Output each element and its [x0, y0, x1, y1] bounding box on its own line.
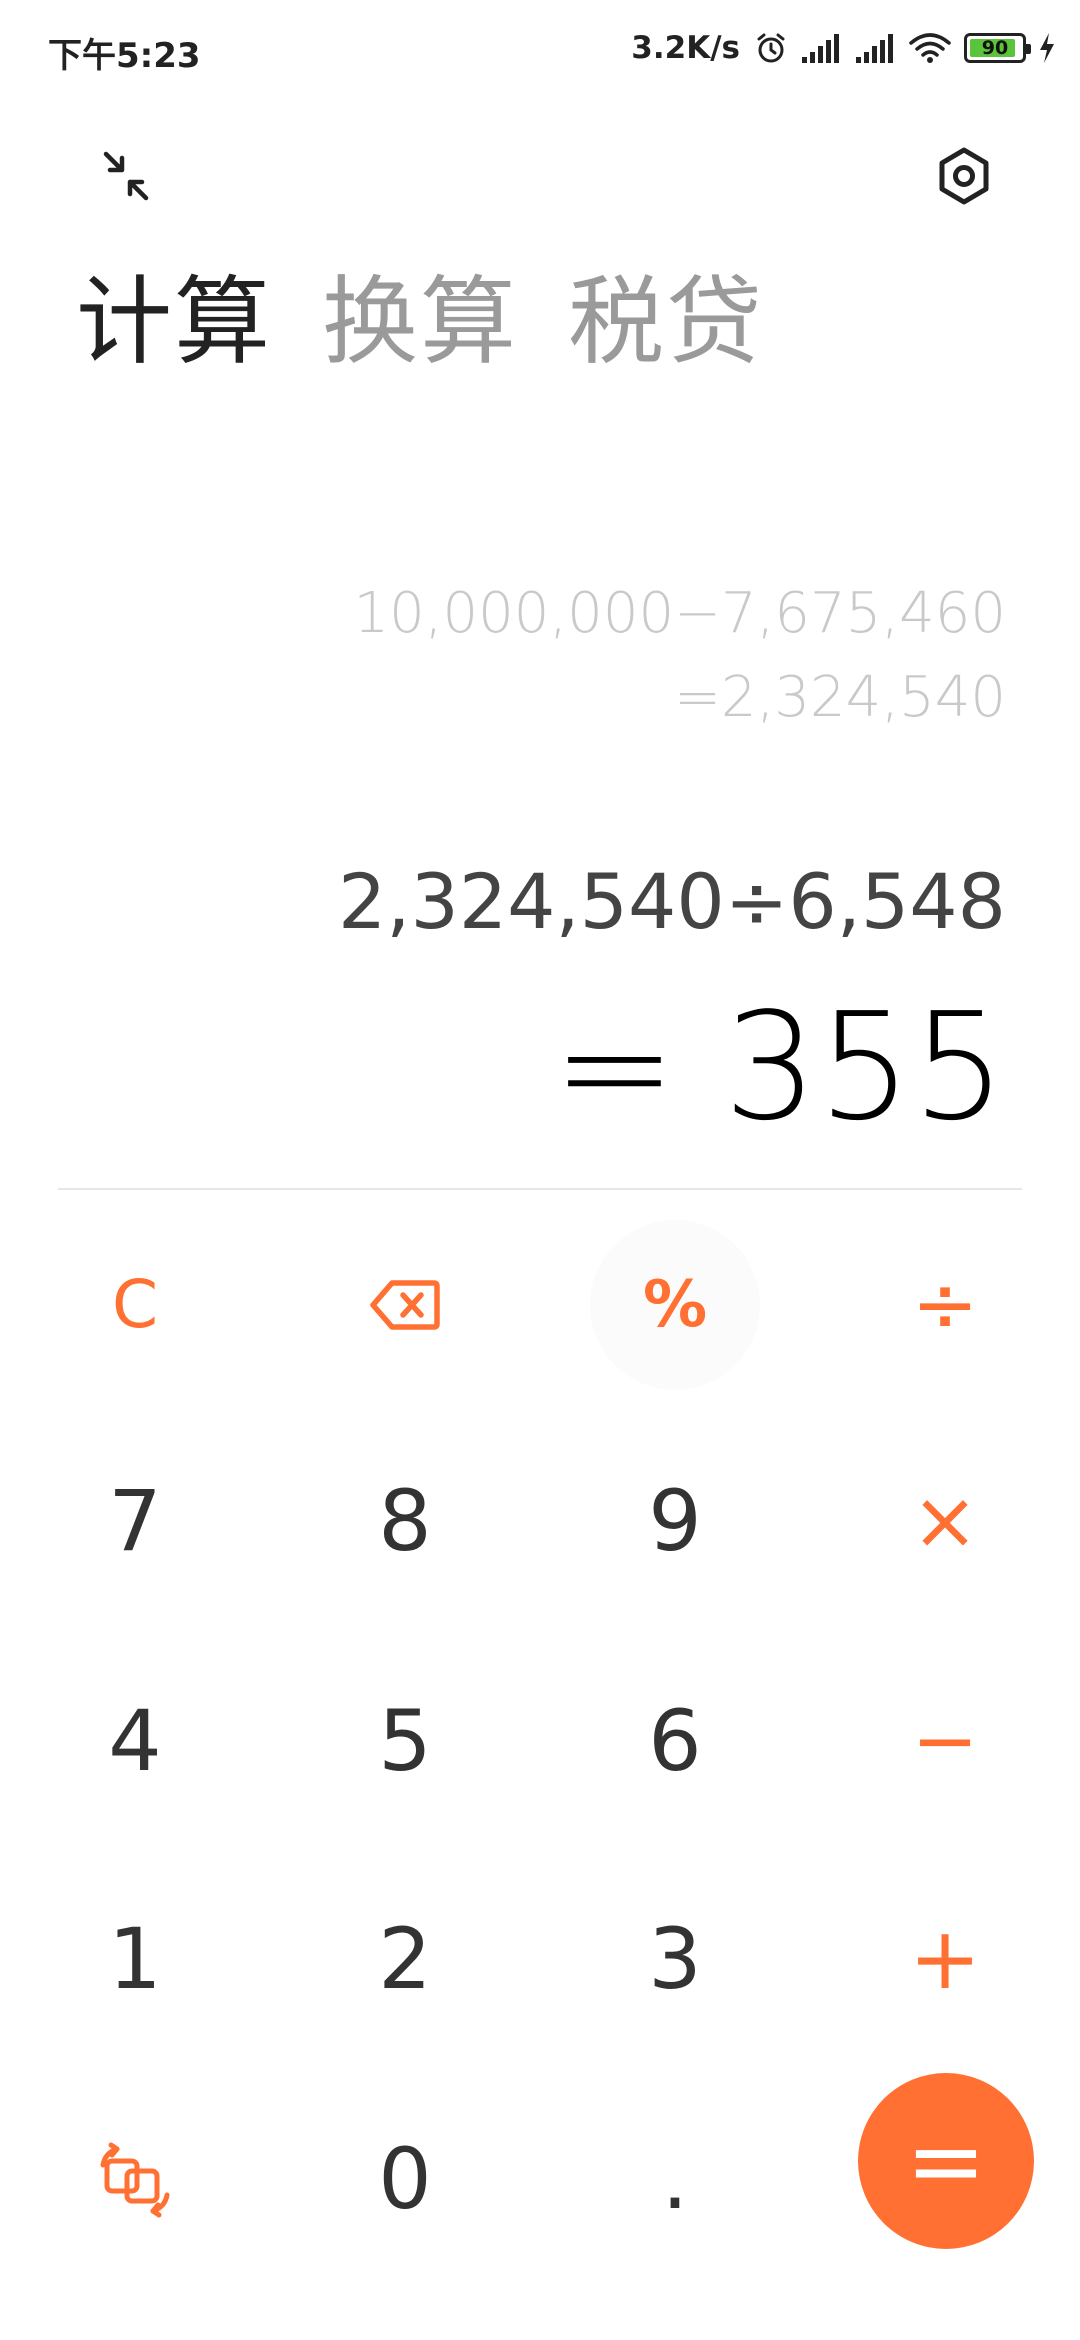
- status-icons: 3.2K/s 90: [631, 22, 1056, 74]
- status-bar: 下午5:23 3.2K/s 90: [0, 0, 1080, 96]
- plus-button[interactable]: +: [845, 1859, 1045, 2059]
- backspace-icon: [370, 1280, 440, 1330]
- battery-level: 90: [981, 37, 1009, 59]
- battery-cap: [1026, 44, 1031, 54]
- clear-label: C: [111, 1266, 159, 1343]
- digit-3-button[interactable]: 3: [575, 1859, 775, 2059]
- digit-4-button[interactable]: 4: [35, 1641, 235, 1841]
- signal-icon: [802, 34, 839, 63]
- digit-2-label: 2: [378, 1910, 432, 2008]
- digit-4-label: 4: [108, 1692, 162, 1790]
- digit-0-label: 0: [378, 2130, 432, 2228]
- clear-button[interactable]: C: [35, 1205, 235, 1405]
- multiply-label: ×: [911, 1474, 979, 1567]
- equals-button[interactable]: =: [858, 2073, 1034, 2249]
- history-entry[interactable]: 10,000,000−7,675,460 =2,324,540: [353, 572, 1006, 740]
- decimal-label: .: [661, 2130, 689, 2228]
- display-divider: [58, 1188, 1022, 1190]
- divide-label: ÷: [911, 1258, 979, 1351]
- network-speed: 3.2K/s: [631, 30, 740, 66]
- digit-7-button[interactable]: 7: [35, 1421, 235, 1621]
- digit-8-button[interactable]: 8: [305, 1421, 505, 1621]
- wifi-icon: [909, 33, 951, 63]
- collapse-button[interactable]: [96, 146, 156, 206]
- alarm-icon: [757, 33, 785, 63]
- calculator-screen: 下午5:23 3.2K/s 90 计算 换算 税贷 10,000,000−7,6…: [0, 0, 1080, 2340]
- charging-icon: [1040, 33, 1054, 63]
- digit-6-button[interactable]: 6: [575, 1641, 775, 1841]
- digit-5-button[interactable]: 5: [305, 1641, 505, 1841]
- battery-icon: 90: [964, 33, 1031, 63]
- digit-1-label: 1: [108, 1910, 162, 2008]
- digit-7-label: 7: [108, 1472, 162, 1570]
- digit-0-button[interactable]: 0: [305, 2079, 505, 2279]
- status-time: 下午5:23: [48, 36, 201, 76]
- digit-9-button[interactable]: 9: [575, 1421, 775, 1621]
- tab-calculate[interactable]: 计算: [76, 262, 272, 382]
- minus-button[interactable]: −: [845, 1641, 1045, 1841]
- signal-icon: [856, 34, 893, 63]
- tab-tax-loan[interactable]: 税贷: [568, 262, 764, 382]
- digit-9-label: 9: [648, 1472, 702, 1570]
- digit-8-label: 8: [378, 1472, 432, 1570]
- hexagon-settings-icon: [939, 147, 989, 205]
- tab-convert[interactable]: 换算: [322, 262, 518, 382]
- collapse-icon: [103, 151, 149, 201]
- mode-switch-button[interactable]: [35, 2079, 235, 2279]
- history-result: =2,324,540: [674, 665, 1006, 730]
- digit-1-button[interactable]: 1: [35, 1859, 235, 2059]
- mode-tabs: 计算 换算 税贷: [76, 262, 764, 382]
- backspace-button[interactable]: [305, 1205, 505, 1405]
- decimal-button[interactable]: .: [575, 2079, 775, 2279]
- minus-label: −: [911, 1694, 979, 1787]
- current-expression: 2,324,540÷6,548: [337, 857, 1006, 946]
- digit-5-label: 5: [378, 1692, 432, 1790]
- equals-label: =: [905, 2105, 987, 2217]
- multiply-button[interactable]: ×: [845, 1421, 1045, 1621]
- settings-button[interactable]: [934, 146, 994, 206]
- digit-2-button[interactable]: 2: [305, 1859, 505, 2059]
- percent-label: %: [642, 1268, 708, 1342]
- digit-6-label: 6: [648, 1692, 702, 1790]
- digit-3-label: 3: [648, 1910, 702, 2008]
- history-expression: 10,000,000−7,675,460: [353, 581, 1006, 646]
- mode-switch-icon: [100, 2142, 170, 2218]
- current-result: = 355: [552, 981, 1006, 1153]
- plus-label: +: [908, 1909, 982, 2009]
- percent-button[interactable]: %: [575, 1205, 775, 1405]
- divide-button[interactable]: ÷: [845, 1205, 1045, 1405]
